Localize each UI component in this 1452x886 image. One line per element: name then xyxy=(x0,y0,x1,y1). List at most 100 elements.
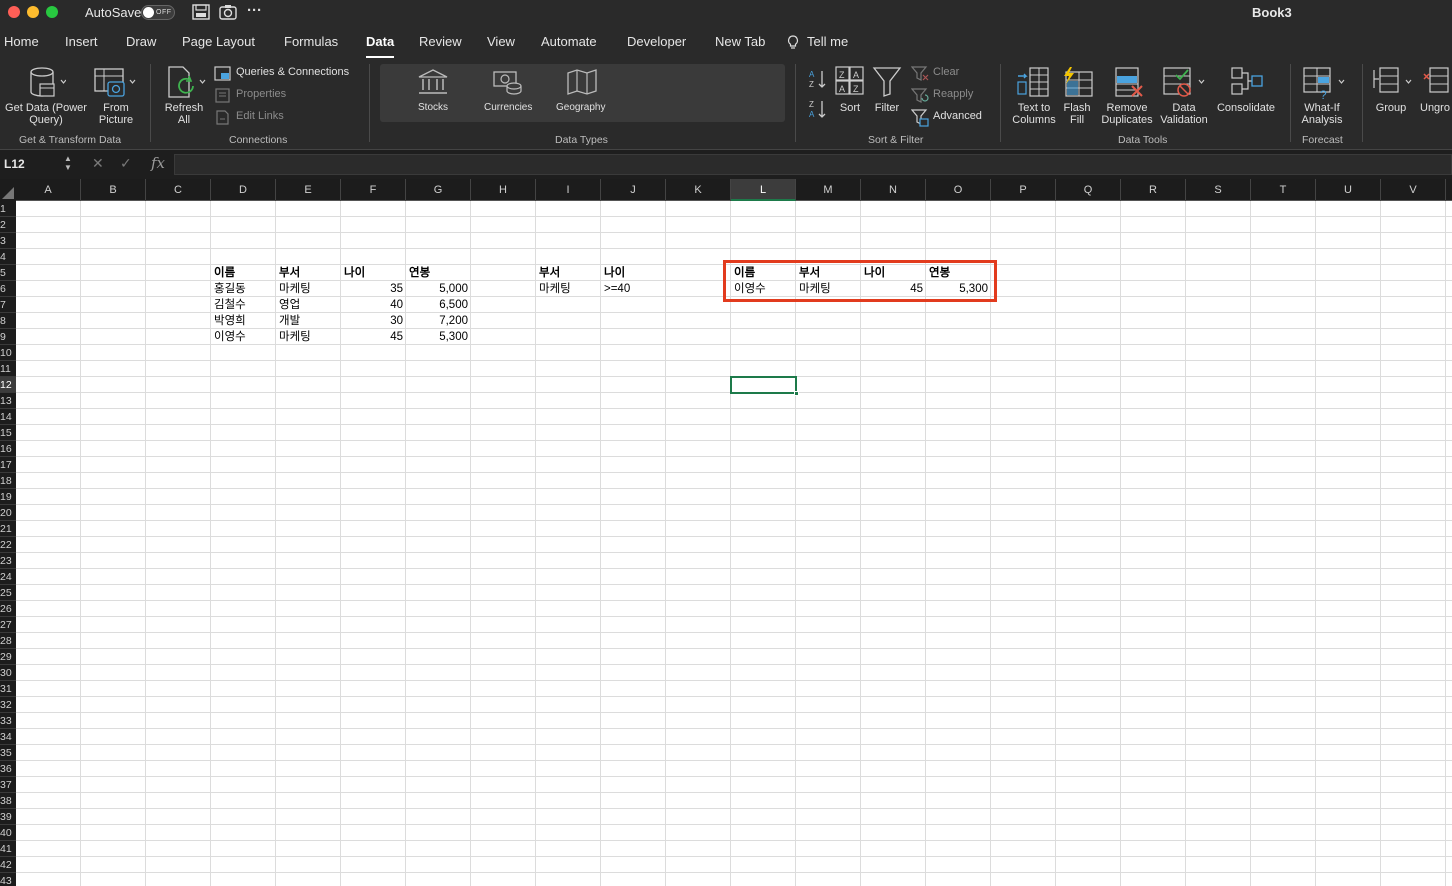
row-header-33[interactable]: 33 xyxy=(0,713,16,729)
cell-g6[interactable]: 5,000 xyxy=(406,281,471,297)
cell-g8[interactable]: 7,200 xyxy=(406,313,471,329)
column-header-s[interactable]: S xyxy=(1186,179,1251,201)
get-data-button[interactable]: Get Data (Power Query) xyxy=(2,102,90,126)
row-header-38[interactable]: 38 xyxy=(0,793,16,809)
clear-button[interactable]: Clear xyxy=(933,66,959,78)
row-header-19[interactable]: 19 xyxy=(0,489,16,505)
flash-fill-button[interactable]: Flash Fill xyxy=(1058,102,1096,126)
row-header-35[interactable]: 35 xyxy=(0,745,16,761)
column-header-e[interactable]: E xyxy=(276,179,341,201)
row-header-17[interactable]: 17 xyxy=(0,457,16,473)
reapply-button[interactable]: Reapply xyxy=(933,88,973,100)
cell-f7[interactable]: 40 xyxy=(341,297,406,313)
geography-button[interactable]: Geography xyxy=(556,102,605,113)
column-header-a[interactable]: A xyxy=(16,179,81,201)
column-header-g[interactable]: G xyxy=(406,179,471,201)
sort-ascending-icon[interactable]: A Z xyxy=(808,68,828,90)
row-header-37[interactable]: 37 xyxy=(0,777,16,793)
row-header-41[interactable]: 41 xyxy=(0,841,16,857)
row-header-36[interactable]: 36 xyxy=(0,761,16,777)
row-header-31[interactable]: 31 xyxy=(0,681,16,697)
cell-e5[interactable]: 부서 xyxy=(276,265,341,281)
cell-f5[interactable]: 나이 xyxy=(341,265,406,281)
cell-g7[interactable]: 6,500 xyxy=(406,297,471,313)
fill-handle[interactable] xyxy=(794,391,799,396)
row-header-24[interactable]: 24 xyxy=(0,569,16,585)
cell-f8[interactable]: 30 xyxy=(341,313,406,329)
column-header-j[interactable]: J xyxy=(601,179,666,201)
column-header-r[interactable]: R xyxy=(1121,179,1186,201)
tab-insert[interactable]: Insert xyxy=(65,34,98,49)
tab-review[interactable]: Review xyxy=(419,34,462,49)
flash-fill-icon[interactable] xyxy=(1060,66,1094,100)
row-header-7[interactable]: 7 xyxy=(0,297,16,313)
remove-duplicates-button[interactable]: Remove Duplicates xyxy=(1098,102,1156,126)
row-header-30[interactable]: 30 xyxy=(0,665,16,681)
row-header-42[interactable]: 42 xyxy=(0,857,16,873)
cell-e6[interactable]: 마케팅 xyxy=(276,281,341,297)
stocks-button[interactable]: Stocks xyxy=(418,102,448,113)
sort-button[interactable]: Sort xyxy=(836,102,864,114)
cancel-formula-icon[interactable]: ✕ xyxy=(92,155,104,172)
column-header-t[interactable]: T xyxy=(1251,179,1316,201)
row-header-40[interactable]: 40 xyxy=(0,825,16,841)
column-header-v[interactable]: V xyxy=(1381,179,1446,201)
geography-icon[interactable] xyxy=(566,68,598,96)
cell-i5[interactable]: 부서 xyxy=(536,265,601,281)
filter-button[interactable]: Filter xyxy=(870,102,904,114)
column-header-c[interactable]: C xyxy=(146,179,211,201)
column-header-i[interactable]: I xyxy=(536,179,601,201)
tab-tell-me[interactable]: Tell me xyxy=(807,34,848,49)
column-header-u[interactable]: U xyxy=(1316,179,1381,201)
sort-descending-icon[interactable]: Z A xyxy=(808,98,828,120)
row-header-29[interactable]: 29 xyxy=(0,649,16,665)
row-header-14[interactable]: 14 xyxy=(0,409,16,425)
column-header-n[interactable]: N xyxy=(861,179,926,201)
window-minimize-button[interactable] xyxy=(27,6,39,18)
column-header-m[interactable]: M xyxy=(796,179,861,201)
cell-area[interactable]: 이름 부서 나이 연봉 홍길동 마케팅 35 5,000 김철수 영업 40 6,500 박영희 개발 30… xyxy=(16,201,1452,886)
formula-input[interactable] xyxy=(174,154,1452,175)
refresh-all-button[interactable]: Refresh All xyxy=(158,102,210,126)
data-validation-button[interactable]: Data Validation xyxy=(1158,102,1210,126)
get-data-icon[interactable] xyxy=(28,66,66,100)
row-header-5[interactable]: 5 xyxy=(0,265,16,281)
camera-icon[interactable] xyxy=(219,4,237,20)
row-header-12[interactable]: 12 xyxy=(0,377,16,393)
properties-button[interactable]: Properties xyxy=(236,88,286,100)
window-maximize-button[interactable] xyxy=(46,6,58,18)
row-header-10[interactable]: 10 xyxy=(0,345,16,361)
name-box-stepper-icon[interactable]: ▲ ▼ xyxy=(64,154,72,172)
row-header-15[interactable]: 15 xyxy=(0,425,16,441)
row-header-9[interactable]: 9 xyxy=(0,329,16,345)
currencies-icon[interactable] xyxy=(492,68,524,96)
cell-e7[interactable]: 영업 xyxy=(276,297,341,313)
row-header-16[interactable]: 16 xyxy=(0,441,16,457)
cell-d7[interactable]: 김철수 xyxy=(211,297,276,313)
cell-g5[interactable]: 연봉 xyxy=(406,265,471,281)
row-header-26[interactable]: 26 xyxy=(0,601,16,617)
more-icon[interactable]: ··· xyxy=(247,2,262,19)
sort-icon[interactable]: Z A A Z xyxy=(835,66,865,96)
data-validation-icon[interactable] xyxy=(1162,66,1208,100)
window-close-button[interactable] xyxy=(8,6,20,18)
tab-data[interactable]: Data xyxy=(366,34,395,58)
text-to-columns-icon[interactable] xyxy=(1016,66,1050,100)
text-to-columns-button[interactable]: Text to Columns xyxy=(1008,102,1060,126)
row-header-8[interactable]: 8 xyxy=(0,313,16,329)
row-header-28[interactable]: 28 xyxy=(0,633,16,649)
row-header-2[interactable]: 2 xyxy=(0,217,16,233)
cell-e9[interactable]: 마케팅 xyxy=(276,329,341,345)
row-header-34[interactable]: 34 xyxy=(0,729,16,745)
remove-duplicates-icon[interactable] xyxy=(1112,66,1146,100)
queries-connections-button[interactable]: Queries & Connections xyxy=(236,66,349,78)
advanced-button[interactable]: Advanced xyxy=(933,110,982,122)
consolidate-button[interactable]: Consolidate xyxy=(1214,102,1278,114)
row-header-43[interactable]: 43 xyxy=(0,873,16,886)
what-if-analysis-button[interactable]: What-If Analysis xyxy=(1296,102,1348,126)
tab-draw[interactable]: Draw xyxy=(126,34,156,49)
cell-d8[interactable]: 박영희 xyxy=(211,313,276,329)
edit-links-button[interactable]: Edit Links xyxy=(236,110,284,122)
column-header-l[interactable]: L xyxy=(731,179,796,201)
column-header-d[interactable]: D xyxy=(211,179,276,201)
